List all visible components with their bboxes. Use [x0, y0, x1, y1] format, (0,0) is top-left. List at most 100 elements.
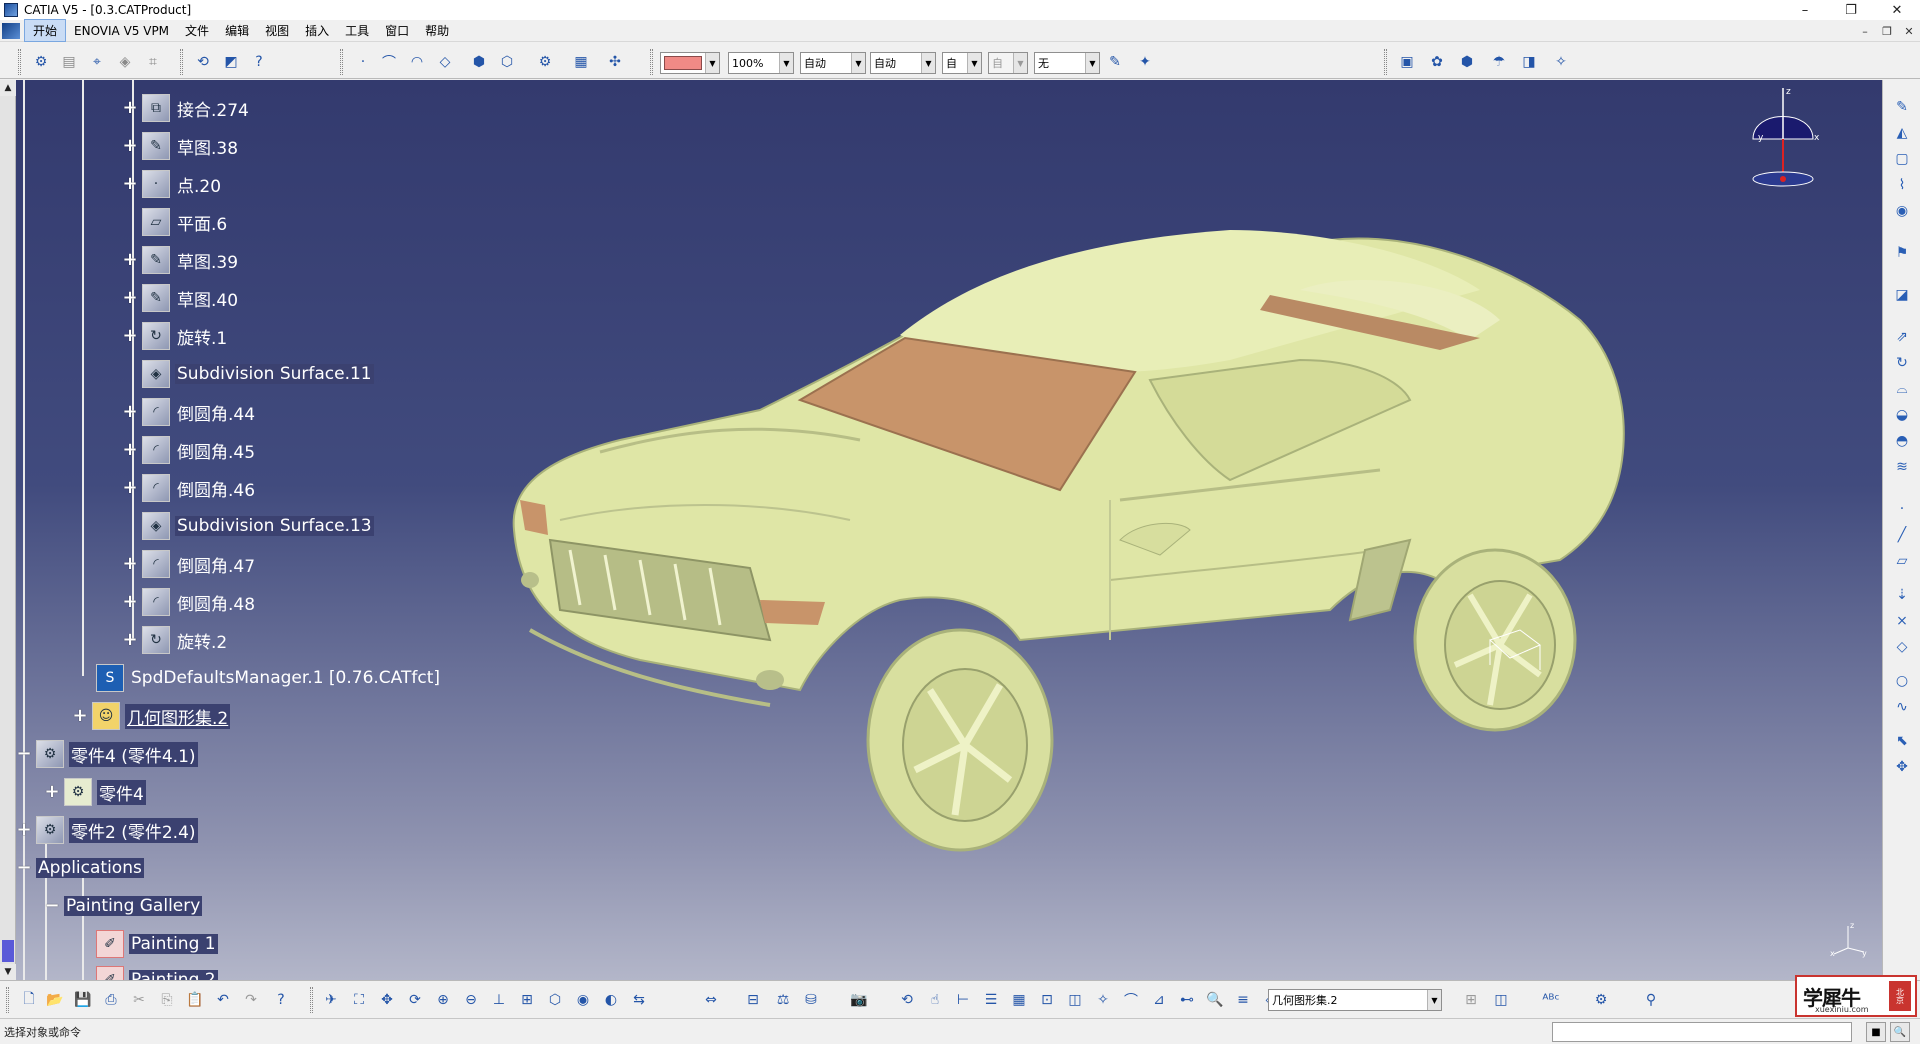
- menu-enovia[interactable]: ENOVIA V5 VPM: [66, 22, 177, 40]
- plane-system-icon[interactable]: ◫: [1064, 989, 1086, 1011]
- measure-inertia-icon[interactable]: ⚖: [772, 989, 794, 1011]
- intersect-icon[interactable]: ⨯: [1891, 610, 1913, 632]
- tree-node-fillet-44[interactable]: + ◜ 倒圆角.44: [122, 398, 257, 426]
- expand-icon[interactable]: +: [122, 555, 138, 573]
- revolve-tool-icon[interactable]: ↻: [1891, 352, 1913, 374]
- capture-icon[interactable]: 📷: [848, 989, 870, 1011]
- toolbar-grip[interactable]: [1384, 49, 1387, 75]
- expand-icon[interactable]: +: [16, 821, 32, 839]
- project-icon[interactable]: ⇣: [1891, 584, 1913, 606]
- tree-node-subdivision-13[interactable]: ◈ Subdivision Surface.13: [128, 512, 374, 540]
- sketch-tool-icon[interactable]: ✎: [1891, 96, 1913, 118]
- collapse-icon[interactable]: −: [44, 897, 60, 915]
- connect-checker-icon[interactable]: ⊷: [1176, 989, 1198, 1011]
- scroll-down-icon[interactable]: ▼: [0, 964, 16, 980]
- cut-icon[interactable]: ✂: [128, 989, 150, 1011]
- tree-node-defaults-manager[interactable]: S SpdDefaultsManager.1 [0.76.CATfct]: [78, 664, 442, 692]
- fit-all-icon[interactable]: ⛶: [348, 989, 370, 1011]
- tree-node-part4[interactable]: + ⚙ 零件4: [44, 778, 146, 806]
- iso-view-icon[interactable]: ⬡: [544, 989, 566, 1011]
- open-icon[interactable]: 📂: [44, 989, 66, 1011]
- layer-select[interactable]: 自 ▼: [942, 52, 982, 74]
- camera-icon[interactable]: ⚑: [1891, 242, 1913, 264]
- save-icon[interactable]: 💾: [72, 989, 94, 1011]
- offset-icon[interactable]: ≋: [1891, 456, 1913, 478]
- work-on-support-icon[interactable]: ⊡: [1036, 989, 1058, 1011]
- plane-tool-icon[interactable]: ◇: [434, 51, 456, 73]
- expand-icon[interactable]: +: [122, 441, 138, 459]
- restore-button[interactable]: ❐: [1828, 0, 1874, 20]
- color-picker[interactable]: ▼: [660, 52, 720, 74]
- product-structure-icon[interactable]: ⚙: [1590, 989, 1612, 1011]
- compass-tool-icon[interactable]: ✧: [1092, 989, 1114, 1011]
- tree-node-fillet-47[interactable]: + ◜ 倒圆角.47: [122, 550, 257, 578]
- surface-create-icon[interactable]: ◭: [1891, 122, 1913, 144]
- swap-space-icon[interactable]: ⇆: [628, 989, 650, 1011]
- section-icon[interactable]: ◨: [1518, 51, 1540, 73]
- measure-item-icon[interactable]: ⊟: [742, 989, 764, 1011]
- doc-minimize-button[interactable]: –: [1854, 20, 1876, 42]
- collapse-icon[interactable]: −: [16, 859, 32, 877]
- properties-icon[interactable]: ▤: [58, 51, 80, 73]
- expand-icon[interactable]: +: [72, 707, 88, 725]
- expand-icon[interactable]: +: [122, 327, 138, 345]
- compass-widget[interactable]: z y x: [1738, 84, 1828, 194]
- menu-insert[interactable]: 插入: [297, 20, 337, 41]
- tree-node-sketch-38[interactable]: + ✎ 草图.38: [122, 132, 240, 160]
- transparency-select[interactable]: 100% ▼: [728, 52, 794, 74]
- expand-icon[interactable]: +: [122, 137, 138, 155]
- scroll-thumb[interactable]: [2, 940, 14, 962]
- tree-node-component-part2[interactable]: + ⚙ 零件2 (零件2.4): [16, 816, 198, 844]
- update-icon[interactable]: ⟲: [192, 51, 214, 73]
- tree-node-point-20[interactable]: + · 点.20: [122, 170, 223, 198]
- draft-analysis-icon[interactable]: ⊿: [1148, 989, 1170, 1011]
- painter-icon[interactable]: ✎: [1104, 51, 1126, 73]
- surface-tool-icon[interactable]: ◠: [406, 51, 428, 73]
- expand-icon[interactable]: +: [44, 783, 60, 801]
- measure-between-icon[interactable]: ⇔: [700, 989, 722, 1011]
- stack-icon[interactable]: ◫: [1490, 989, 1512, 1011]
- update-all-icon[interactable]: ⟲: [896, 989, 918, 1011]
- tree-node-component-part4[interactable]: − ⚙ 零件4 (零件4.1): [16, 740, 198, 768]
- point-create-icon[interactable]: ·: [1891, 498, 1913, 520]
- what-is-this-icon[interactable]: ?: [248, 51, 270, 73]
- tree-node-geometrical-set-2[interactable]: + ☺ 几何图形集.2: [72, 702, 231, 730]
- circle-icon[interactable]: ○: [1891, 670, 1913, 692]
- tree-reorder-icon[interactable]: ☰: [980, 989, 1002, 1011]
- spline-icon[interactable]: ∿: [1891, 696, 1913, 718]
- menu-tools[interactable]: 工具: [337, 20, 377, 41]
- apply-material-icon[interactable]: ✦: [1134, 51, 1156, 73]
- menu-help[interactable]: 帮助: [417, 20, 457, 41]
- toolbar-grip[interactable]: [650, 49, 653, 75]
- material-select[interactable]: 无 ▼: [1034, 52, 1100, 74]
- vertex-icon[interactable]: ◉: [1891, 200, 1913, 222]
- face-icon[interactable]: ▢: [1891, 148, 1913, 170]
- expand-icon[interactable]: +: [122, 479, 138, 497]
- toolbar-grip[interactable]: [340, 49, 343, 75]
- shell-tool-icon[interactable]: ⬡: [496, 51, 518, 73]
- search-command-icon[interactable]: 🔍: [1890, 1022, 1910, 1042]
- tree-node-join-274[interactable]: + ⧉ 接合.274: [122, 94, 251, 122]
- new-icon[interactable]: 🗋: [18, 989, 40, 1011]
- line-create-icon[interactable]: ╱: [1891, 524, 1913, 546]
- copy-icon[interactable]: ⎘: [156, 989, 178, 1011]
- edge-icon[interactable]: ⌇: [1891, 174, 1913, 196]
- tree-node-painting-1[interactable]: ✐ Painting 1: [96, 930, 218, 958]
- collapse-icon[interactable]: −: [16, 745, 32, 763]
- expand-icon[interactable]: +: [122, 175, 138, 193]
- search-icon[interactable]: 🔍: [1204, 989, 1226, 1011]
- toolbar-grip[interactable]: [180, 49, 183, 75]
- document-menu-icon[interactable]: [2, 22, 20, 39]
- grid-tool-icon[interactable]: ▦: [570, 51, 592, 73]
- assembly-tool-icon[interactable]: ⚙: [534, 51, 556, 73]
- fill-icon[interactable]: ◒: [1891, 404, 1913, 426]
- menu-file[interactable]: 文件: [177, 20, 217, 41]
- lamp-icon[interactable]: ☂: [1488, 51, 1510, 73]
- curve-tool-icon[interactable]: ⌒: [378, 51, 400, 73]
- catalog-icon[interactable]: ⚙: [30, 51, 52, 73]
- product-icon[interactable]: ◩: [220, 51, 242, 73]
- fly-mode-icon[interactable]: ✈: [320, 989, 342, 1011]
- tree-node-applications[interactable]: − Applications: [16, 854, 144, 882]
- plane-create-icon[interactable]: ▱: [1891, 550, 1913, 572]
- tree-node-subdivision-11[interactable]: ◈ Subdivision Surface.11: [128, 360, 374, 388]
